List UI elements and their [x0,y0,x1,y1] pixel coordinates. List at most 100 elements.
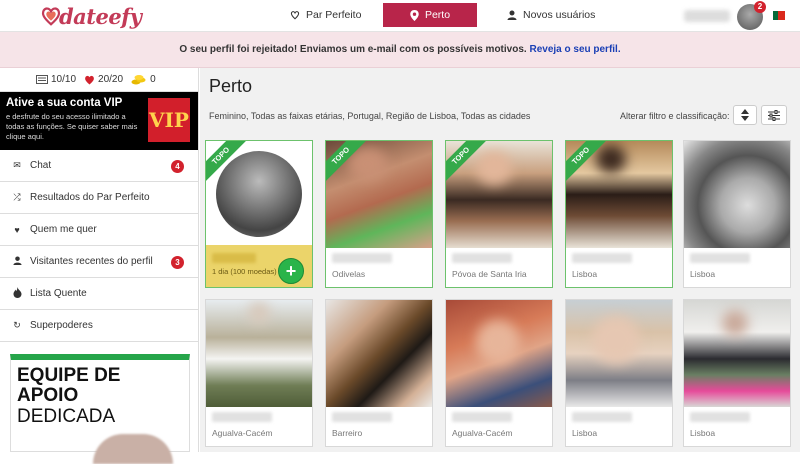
sidebar-item-visitantes[interactable]: Visitantes recentes do perfil 3 [0,246,198,278]
sidebar-item-quem-me-quer[interactable]: ♥ Quem me quer [0,214,198,246]
coin-credits: 0 [131,74,156,85]
sidebar-item-label: Lista Quente [30,288,87,299]
coins-icon [131,75,146,85]
sidebar-item-lista-quente[interactable]: Lista Quente [0,278,198,310]
chat-count-badge: 4 [171,160,184,173]
vip-description: e desfrute do seu acesso ilimitado a tod… [6,112,138,141]
message-credit-icon [36,75,48,84]
sliders-icon [768,109,780,121]
heart-credits-value: 20/20 [98,74,124,85]
add-topo-button[interactable]: + [278,258,304,284]
profile-city: Barreiro [332,428,363,438]
message-credits-value: 10/10 [51,74,77,85]
profile-photo [446,300,552,407]
profile-card[interactable]: Lisboa [683,299,791,447]
notification-badge[interactable]: 2 [754,1,766,13]
profile-card[interactable]: TOPO Odivelas [325,140,433,288]
promote-subtitle: 1 dia (100 moedas) [212,267,277,276]
visitors-count-badge: 3 [171,256,184,269]
sort-button[interactable] [733,105,757,125]
sidebar-menu: ✉ Chat 4 ⤮ Resultados do Par Perfeito ♥ … [0,150,198,342]
message-credits: 10/10 [36,74,76,85]
review-profile-link[interactable]: Reveja o seu perfil. [529,44,620,55]
profile-city: Lisboa [690,428,716,438]
nav-label: Novos usuários [523,9,596,21]
sidebar-item-par-perfeito[interactable]: ⤮ Resultados do Par Perfeito [0,182,198,214]
sidebar-item-label: Quem me quer [30,224,97,235]
sort-icon [741,109,749,121]
envelope-icon: ✉ [13,160,21,170]
fire-icon [12,287,22,300]
profile-card[interactable]: TOPO Póvoa de Santa Iria [445,140,553,288]
support-line1: EQUIPE DE [17,365,121,386]
vip-title: Ative a sua conta VIP [6,97,123,109]
name-blurred [572,412,632,422]
name-blurred [452,253,512,263]
self-avatar [216,151,302,237]
filter-summary: Feminino, Todas as faixas etárias, Portu… [209,111,531,121]
user-icon [507,10,517,20]
sidebar-item-label: Chat [30,160,52,171]
profile-card[interactable]: TOPO Lisboa [565,140,673,288]
credits-bar: 10/10 20/20 0 [0,68,198,92]
profile-card[interactable]: Agualva-Cacém [445,299,553,447]
banner-text: O seu perfil foi rejeitado! Enviamos um … [179,44,527,55]
name-blurred [332,412,392,422]
name-blurred [212,412,272,422]
profile-photo [326,300,432,407]
sidebar-item-superpoderes[interactable]: ↻ Superpoderes [0,310,198,342]
page-title: Perto [209,76,253,96]
nav-perto[interactable]: Perto [383,3,477,27]
sidebar-item-label: Visitantes recentes do perfil [30,256,153,267]
sidebar-item-label: Superpoderes [30,320,93,331]
profile-photo [566,300,672,407]
refresh-icon: ↻ [13,320,21,330]
filter-bar: Feminino, Todas as faixas etárias, Portu… [200,102,800,130]
support-line3: DEDICADA [17,406,116,427]
support-agent-photo [93,434,173,464]
top-bar: dateefy Par Perfeito Perto Novos usuário… [0,0,800,32]
profile-city: Agualva-Cacém [452,428,513,438]
nav-par-perfeito[interactable]: Par Perfeito [290,3,361,27]
logo-text: dateefy [59,3,142,29]
name-blurred [452,412,512,422]
profile-city: Lisboa [690,269,716,279]
sidebar-item-chat[interactable]: ✉ Chat 4 [0,150,198,182]
profile-photo [684,300,790,407]
profile-photo [684,141,790,248]
name-blurred [332,253,392,263]
profile-city: Póvoa de Santa Iria [452,269,527,279]
nav-label: Par Perfeito [306,9,362,21]
coin-credits-value: 0 [150,74,156,85]
promote-panel: 1 dia (100 moedas) + [206,245,312,287]
profile-city: Lisboa [572,269,598,279]
name-blurred [690,412,750,422]
vip-promo[interactable]: Ative a sua conta VIP e desfrute do seu … [0,92,198,150]
support-ad[interactable]: EQUIPE DE APOIO DEDICADA [10,354,190,464]
heart-icon [85,75,94,85]
profile-card-promote-self[interactable]: TOPO 1 dia (100 moedas) + [205,140,313,288]
heart-credits: 20/20 [84,74,123,85]
filter-settings-button[interactable] [761,105,787,125]
profile-card[interactable]: Lisboa [683,140,791,288]
profile-card[interactable]: Barreiro [325,299,433,447]
name-blurred [690,253,750,263]
sidebar: 10/10 20/20 0 Ative a sua conta VIP e de… [0,68,199,464]
alter-filter-label: Alterar filtro e classificação: [620,111,730,121]
profile-card[interactable]: Lisboa [565,299,673,447]
heart-icon: ♥ [14,224,20,235]
profile-card[interactable]: Agualva-Cacém [205,299,313,447]
user-icon [12,256,22,267]
rejection-banner: O seu perfil foi rejeitado! Enviamos um … [0,32,800,68]
name-blurred [572,253,632,263]
nav-novos-usuarios[interactable]: Novos usuários [507,3,595,27]
profile-city: Agualva-Cacém [212,428,273,438]
username-blurred[interactable] [684,10,730,22]
main-content: Perto Feminino, Todas as faixas etárias,… [200,68,800,452]
portugal-flag-icon[interactable] [773,11,785,20]
map-pin-icon [410,9,419,21]
profile-photo [206,300,312,407]
shuffle-icon: ⤮ [13,192,21,202]
nav-label: Perto [424,9,451,21]
logo[interactable]: dateefy [40,2,142,30]
